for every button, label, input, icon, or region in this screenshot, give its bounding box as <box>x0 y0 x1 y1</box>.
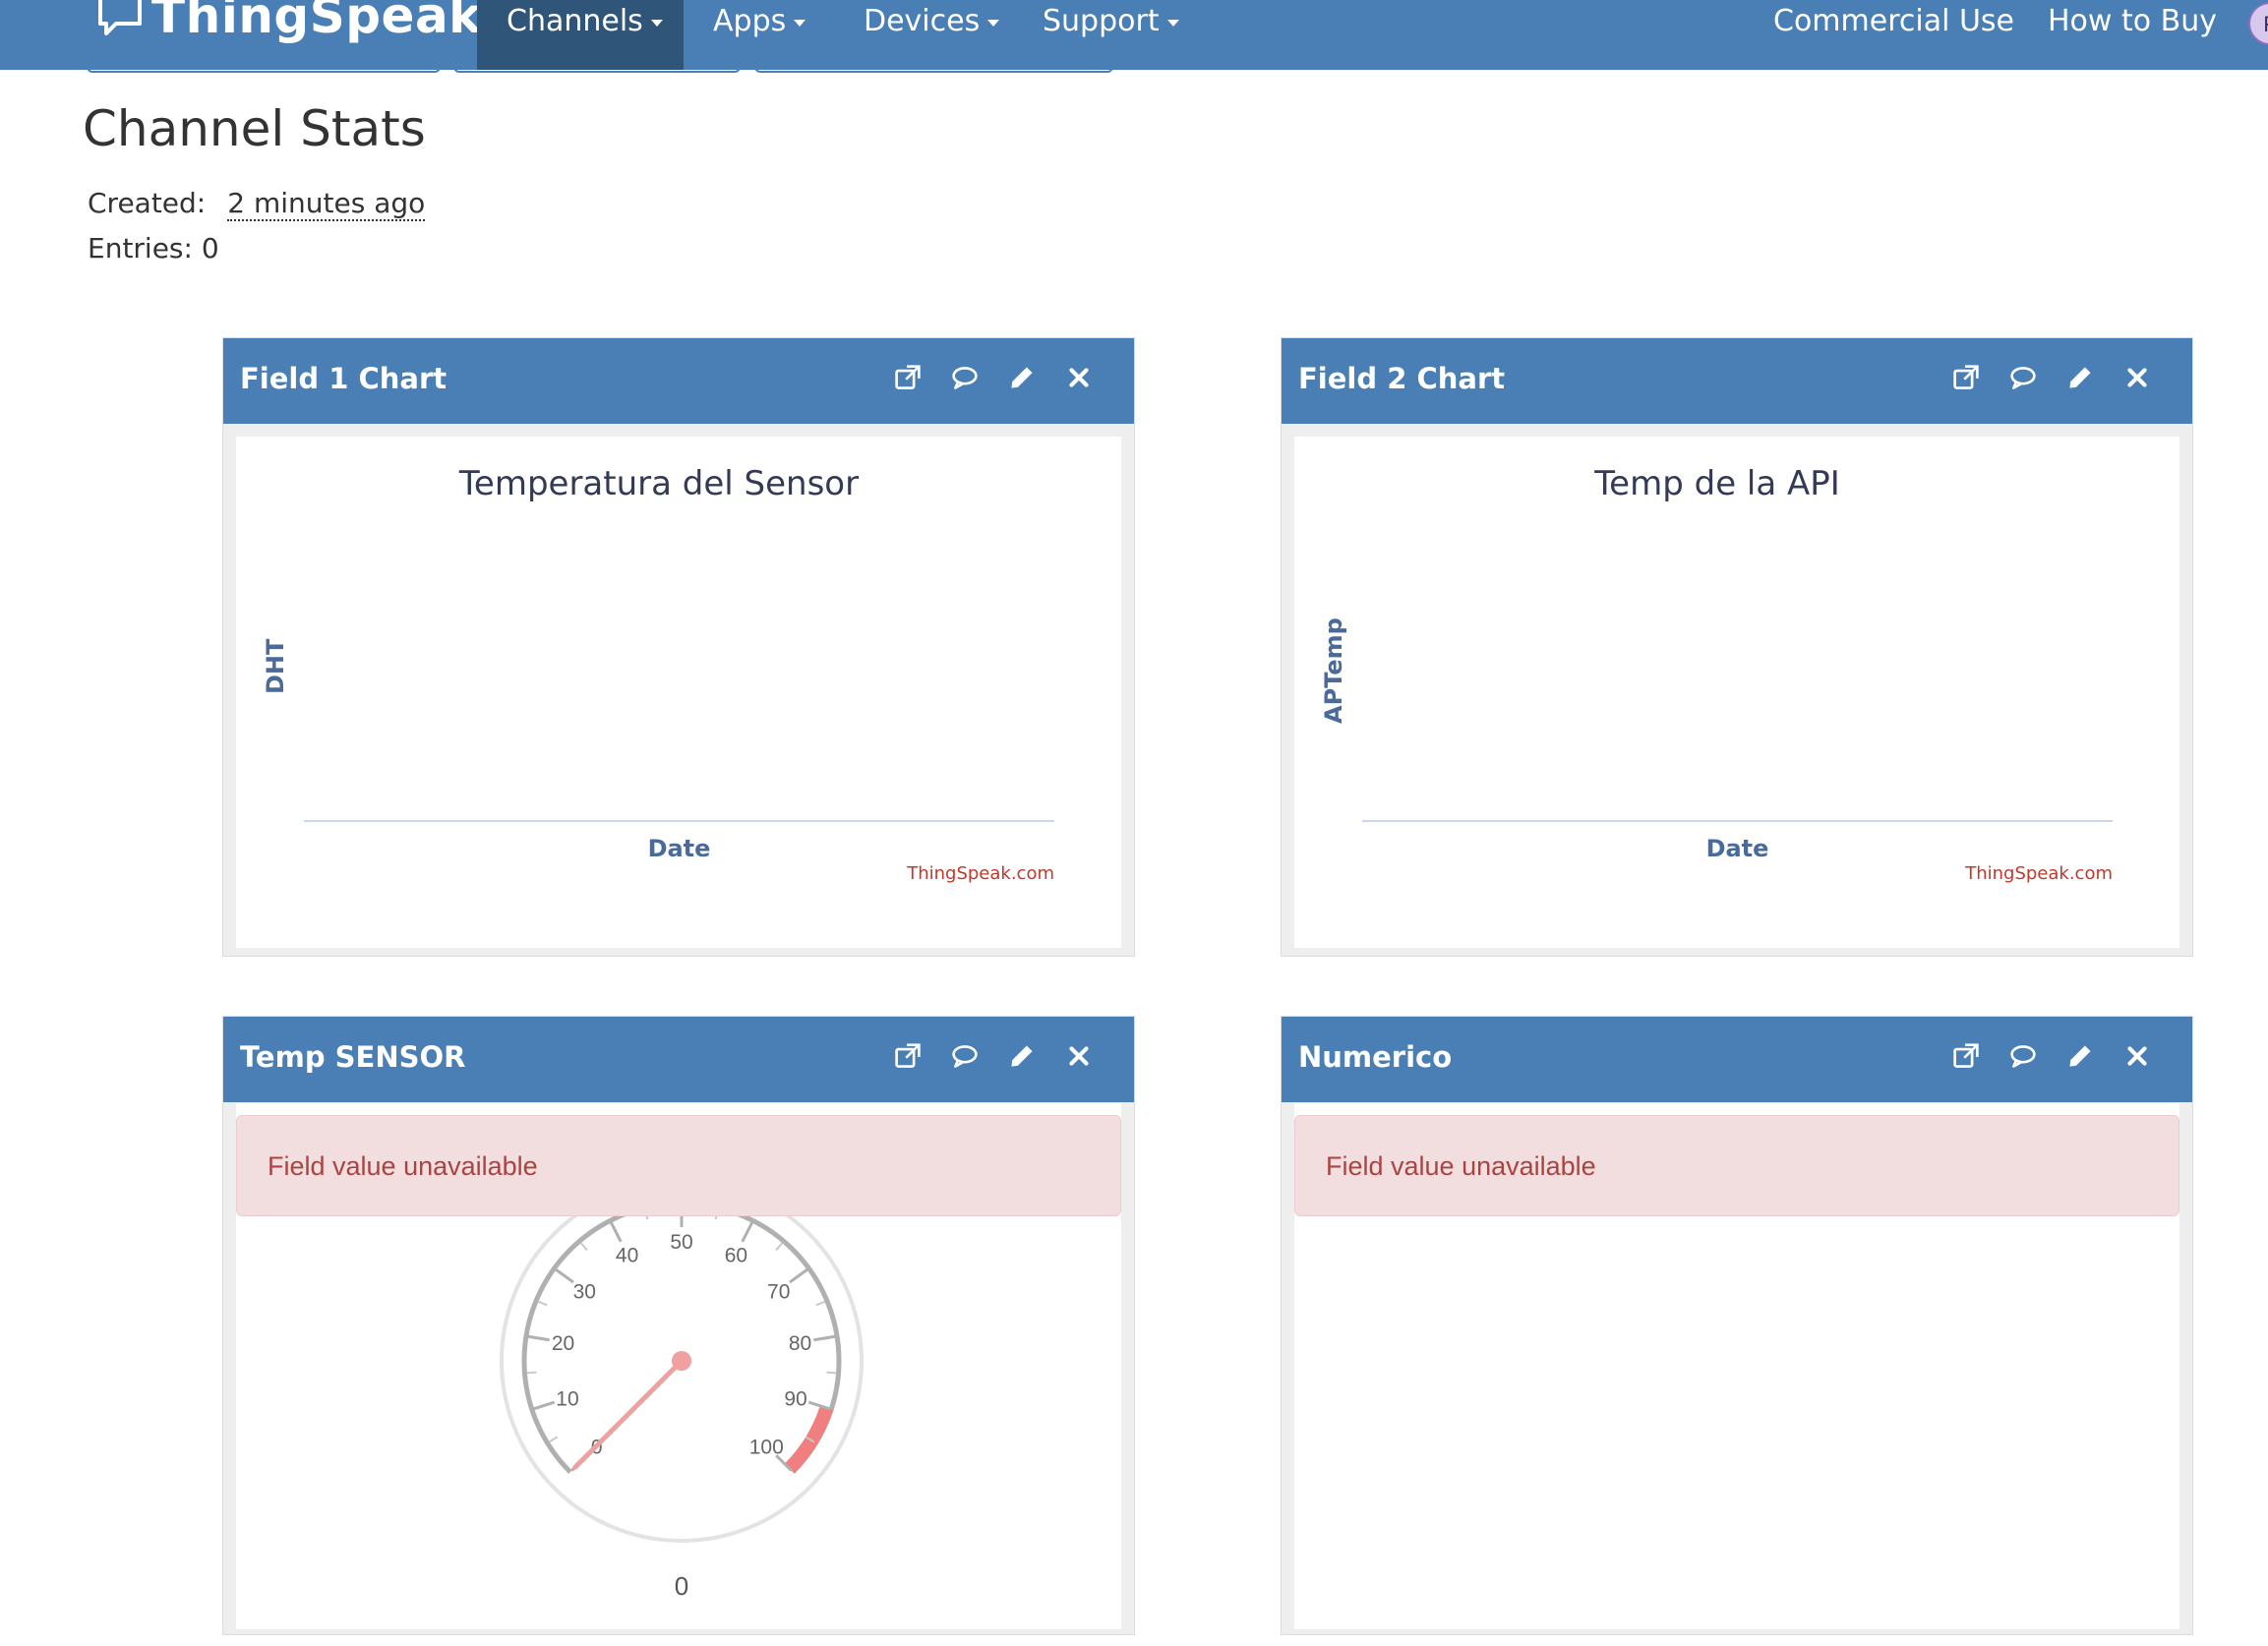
close-icon[interactable] <box>2121 362 2153 393</box>
gauge-minor-tick <box>526 1371 537 1375</box>
gauge-tick-label: 50 <box>670 1231 692 1254</box>
chart-x-axis-line <box>1362 820 2113 822</box>
page-title: Channel Stats <box>83 100 426 157</box>
comment-icon[interactable] <box>2007 362 2039 393</box>
widget-header: Numerico <box>1282 1017 2192 1102</box>
chart-credit-link[interactable]: ThingSpeak.com <box>907 863 1054 884</box>
nav-how-to-buy[interactable]: How to Buy <box>2048 0 2217 70</box>
widget-temp-sensor: Temp SENSOR 01020304050607080901000 Fiel… <box>222 1016 1135 1635</box>
widget-title: Field 2 Chart <box>1298 362 1506 395</box>
nav-channels-label: Channels <box>507 4 643 38</box>
chart-x-axis-label: Date <box>647 835 711 862</box>
external-link-icon[interactable] <box>1950 362 1982 393</box>
field-unavailable-alert: Field value unavailable <box>236 1115 1121 1216</box>
created-label: Created: <box>88 187 207 219</box>
external-link-icon[interactable] <box>892 362 924 393</box>
nav-apps[interactable]: Apps <box>713 0 806 70</box>
widget-title: Field 1 Chart <box>240 362 448 395</box>
chart-x-axis-line <box>304 820 1054 822</box>
close-icon[interactable] <box>1063 1040 1095 1072</box>
widget-tools <box>892 362 1095 393</box>
caret-down-icon <box>794 20 806 27</box>
nav-support[interactable]: Support <box>1043 0 1179 70</box>
gauge-tick-label: 40 <box>616 1244 638 1266</box>
nav-commercial-use-label: Commercial Use <box>1773 4 2015 38</box>
chart-title: Temperatura del Sensor <box>458 464 860 503</box>
entries-value: 0 <box>201 232 219 265</box>
caret-down-icon <box>650 20 663 27</box>
gauge-tick-label: 10 <box>556 1388 578 1411</box>
pencil-icon[interactable] <box>2064 1040 2096 1072</box>
nav-how-to-buy-label: How to Buy <box>2048 4 2217 38</box>
created-value: 2 minutes ago <box>227 187 426 221</box>
gauge-tick-label: 20 <box>552 1332 574 1355</box>
chart-area: Temp de la API APTemp Date ThingSpeak.co… <box>1294 437 2179 948</box>
comment-icon[interactable] <box>949 1040 981 1072</box>
widget-field-1-chart: Field 1 Chart Temperatura del Sensor DHT <box>222 337 1135 957</box>
widget-header: Field 2 Chart <box>1282 338 2192 424</box>
caret-down-icon <box>1166 20 1179 27</box>
nav-channels[interactable]: Channels <box>477 0 684 70</box>
pencil-icon[interactable] <box>1006 362 1038 393</box>
nav-devices-label: Devices <box>864 4 981 38</box>
gauge-tick-label: 100 <box>749 1436 784 1458</box>
nav-apps-label: Apps <box>713 4 787 38</box>
gauge-tick-label: 30 <box>573 1280 596 1303</box>
gauge-tick-label: 90 <box>784 1388 806 1411</box>
pencil-icon[interactable] <box>1006 1040 1038 1072</box>
gauge-tick-label: 80 <box>789 1332 811 1355</box>
widget-tools <box>1950 362 2153 393</box>
chart-x-axis-label: Date <box>1705 835 1769 862</box>
chart-y-axis-label: APTemp <box>1320 617 1347 724</box>
user-avatar[interactable]: F <box>2248 2 2268 45</box>
chart-y-axis-label: DHT <box>262 638 289 694</box>
tab-edge <box>87 67 441 73</box>
comment-icon[interactable] <box>2007 1040 2039 1072</box>
widget-field-2-chart: Field 2 Chart Temp de la API APTemp Date… <box>1281 337 2193 957</box>
gauge-tick-label: 60 <box>725 1244 747 1266</box>
nav-support-label: Support <box>1043 4 1160 38</box>
gauge-needle-pivot <box>672 1351 691 1371</box>
chart-credit-link[interactable]: ThingSpeak.com <box>1965 863 2113 884</box>
speech-bubble-icon <box>98 0 142 35</box>
chart-title: Temp de la API <box>1594 464 1840 503</box>
page: ThingSpeak ™ Channels Apps Devices Suppo… <box>0 0 2268 1646</box>
widget-header: Temp SENSOR <box>223 1017 1134 1102</box>
stat-created: Created: 2 minutes ago <box>88 187 426 221</box>
gauge-tick-label: 70 <box>767 1280 790 1303</box>
widget-tools <box>892 1040 1095 1072</box>
tab-edge <box>754 67 1113 73</box>
pencil-icon[interactable] <box>2064 362 2096 393</box>
widget-tools <box>1950 1040 2153 1072</box>
brand-name: ThingSpeak <box>151 0 482 44</box>
brand-logo[interactable]: ThingSpeak ™ <box>96 0 504 45</box>
widget-header: Field 1 Chart <box>223 338 1134 424</box>
tab-edge <box>453 67 741 73</box>
widget-title: Numerico <box>1298 1040 1453 1074</box>
nav-devices[interactable]: Devices <box>864 0 1000 70</box>
gauge-value-label: 0 <box>675 1571 688 1601</box>
field-unavailable-alert: Field value unavailable <box>1294 1115 2179 1216</box>
nav-commercial-use[interactable]: Commercial Use <box>1773 0 2014 70</box>
close-icon[interactable] <box>2121 1040 2153 1072</box>
comment-icon[interactable] <box>949 362 981 393</box>
external-link-icon[interactable] <box>892 1040 924 1072</box>
caret-down-icon <box>987 20 1000 27</box>
stat-entries: Entries: 0 <box>88 232 219 265</box>
chart-area: Temperatura del Sensor DHT Date ThingSpe… <box>236 437 1121 948</box>
widget-title: Temp SENSOR <box>240 1040 466 1074</box>
external-link-icon[interactable] <box>1950 1040 1982 1072</box>
entries-label: Entries: <box>88 232 193 265</box>
widget-numerico: Numerico Field value unavailable <box>1281 1016 2193 1635</box>
close-icon[interactable] <box>1063 362 1095 393</box>
gauge-minor-tick <box>826 1371 837 1375</box>
top-navbar: ThingSpeak ™ Channels Apps Devices Suppo… <box>0 0 2268 70</box>
